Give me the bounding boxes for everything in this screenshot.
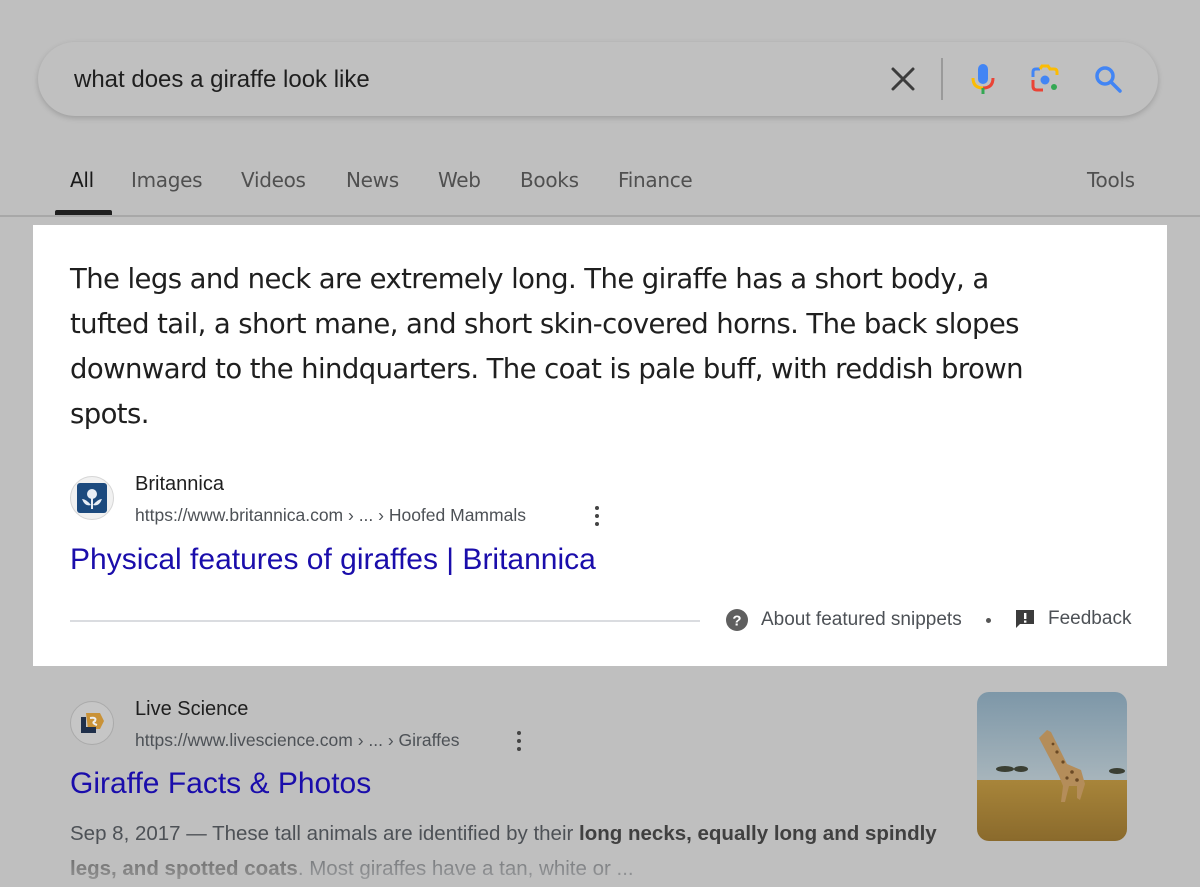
result-date: Sep 8, 2017 bbox=[70, 822, 181, 845]
livescience-logo-icon bbox=[81, 713, 104, 733]
tools-button[interactable]: Tools bbox=[1087, 168, 1135, 192]
feedback-label: Feedback bbox=[1048, 608, 1132, 629]
searchbar-divider bbox=[941, 58, 943, 100]
feedback-link[interactable]: Feedback bbox=[1014, 608, 1131, 630]
source-url[interactable]: https://www.britannica.com › ... › Hoofe… bbox=[135, 505, 526, 526]
featured-snippet: The legs and neck are extremely long. Th… bbox=[33, 225, 1167, 666]
page-fade-overlay bbox=[0, 845, 1200, 887]
search-bar bbox=[38, 42, 1158, 116]
result-site-name: Live Science bbox=[135, 698, 249, 720]
tab-all[interactable]: All bbox=[70, 168, 94, 192]
result-thumbnail[interactable] bbox=[977, 692, 1127, 841]
featured-snippet-title-link[interactable]: Physical features of giraffes | Britanni… bbox=[70, 543, 596, 577]
search-icon[interactable] bbox=[1091, 62, 1125, 96]
tabs-divider bbox=[0, 215, 1200, 217]
more-options-icon[interactable] bbox=[592, 504, 602, 528]
search-input[interactable] bbox=[72, 64, 836, 96]
lens-icon[interactable] bbox=[1028, 62, 1062, 96]
tab-web[interactable]: Web bbox=[438, 168, 481, 192]
feedback-icon bbox=[1016, 610, 1034, 628]
giraffe-image bbox=[977, 692, 1127, 841]
featured-snippet-text: The legs and neck are extremely long. Th… bbox=[70, 263, 1024, 430]
tab-news[interactable]: News bbox=[346, 168, 399, 192]
result-title-link[interactable]: Giraffe Facts & Photos bbox=[70, 767, 371, 801]
about-featured-snippets-label: About featured snippets bbox=[761, 609, 962, 630]
britannica-logo-icon bbox=[77, 483, 107, 513]
search-tabs: All Images Videos News Web Books Finance… bbox=[0, 160, 1200, 216]
tab-videos[interactable]: Videos bbox=[241, 168, 306, 192]
footer-separator bbox=[986, 618, 991, 623]
result-snippet-text: These tall animals are identified by the… bbox=[212, 822, 580, 845]
result-url[interactable]: https://www.livescience.com › ... › Gira… bbox=[135, 730, 460, 751]
tab-finance[interactable]: Finance bbox=[618, 168, 693, 192]
voice-search-icon[interactable] bbox=[966, 62, 1000, 96]
result-date-separator: — bbox=[180, 822, 213, 845]
tab-images[interactable]: Images bbox=[131, 168, 203, 192]
tab-books[interactable]: Books bbox=[520, 168, 579, 192]
clear-icon[interactable] bbox=[886, 62, 920, 96]
help-icon: ? bbox=[726, 609, 748, 631]
source-name: Britannica bbox=[135, 473, 224, 495]
britannica-favicon bbox=[70, 476, 114, 520]
svg-text:?: ? bbox=[732, 613, 741, 630]
snippet-footer-divider bbox=[70, 620, 700, 622]
about-featured-snippets-link[interactable]: ? About featured snippets bbox=[725, 608, 962, 632]
result-more-options-icon[interactable] bbox=[514, 729, 524, 753]
livescience-favicon bbox=[70, 701, 114, 745]
